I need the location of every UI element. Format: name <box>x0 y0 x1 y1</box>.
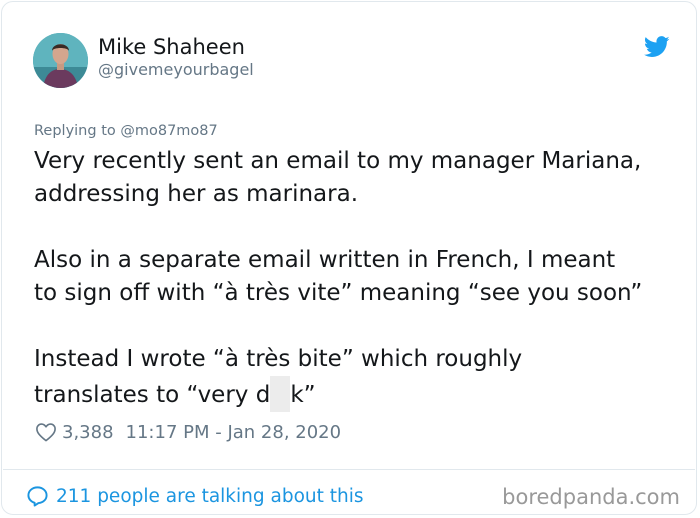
conversation-text: 211 people are talking about this <box>56 485 364 507</box>
tweet-card: Mike Shaheen @givemeyourbagel Replying t… <box>1 1 697 515</box>
tweet-line: translates to “very d <box>34 382 271 408</box>
user-handle[interactable]: @givemeyourbagel <box>98 60 254 80</box>
tweet-line: addressing her as marinara. <box>34 181 358 207</box>
tweet-paragraph: Instead I wrote “à très bite” which roug… <box>34 343 684 412</box>
tweet-line: k” <box>290 382 316 408</box>
avatar[interactable] <box>33 33 88 88</box>
tweet-timestamp[interactable]: 11:17 PM - Jan 28, 2020 <box>126 422 342 443</box>
tweet-line: Very recently sent an email to my manage… <box>34 148 642 174</box>
tweet-meta: 3,388 11:17 PM - Jan 28, 2020 <box>35 420 341 444</box>
tweet-line: to sign off with “à très vite” meaning “… <box>34 280 643 306</box>
tweet-line: Also in a separate email written in Fren… <box>34 247 616 273</box>
conversation-link[interactable]: 211 people are talking about this <box>26 484 364 508</box>
divider <box>3 469 695 470</box>
tweet-line: Instead I wrote “à très bite” which roug… <box>34 346 523 372</box>
display-name[interactable]: Mike Shaheen <box>98 34 245 60</box>
twitter-bird-icon[interactable] <box>644 36 670 58</box>
watermark: boredpanda.com <box>502 485 680 509</box>
tweet-paragraph: Very recently sent an email to my manage… <box>34 145 684 211</box>
tweet-paragraph: Also in a separate email written in Fren… <box>34 244 684 310</box>
censor-block <box>270 376 291 412</box>
avatar-image <box>33 33 88 88</box>
comment-bubble-icon <box>27 486 48 507</box>
like-count: 3,388 <box>62 421 114 443</box>
like-button[interactable]: 3,388 <box>35 422 126 443</box>
replying-to-label[interactable]: Replying to @mo87mo87 <box>34 122 218 140</box>
heart-icon <box>36 423 56 442</box>
tweet-text: Very recently sent an email to my manage… <box>34 145 684 412</box>
